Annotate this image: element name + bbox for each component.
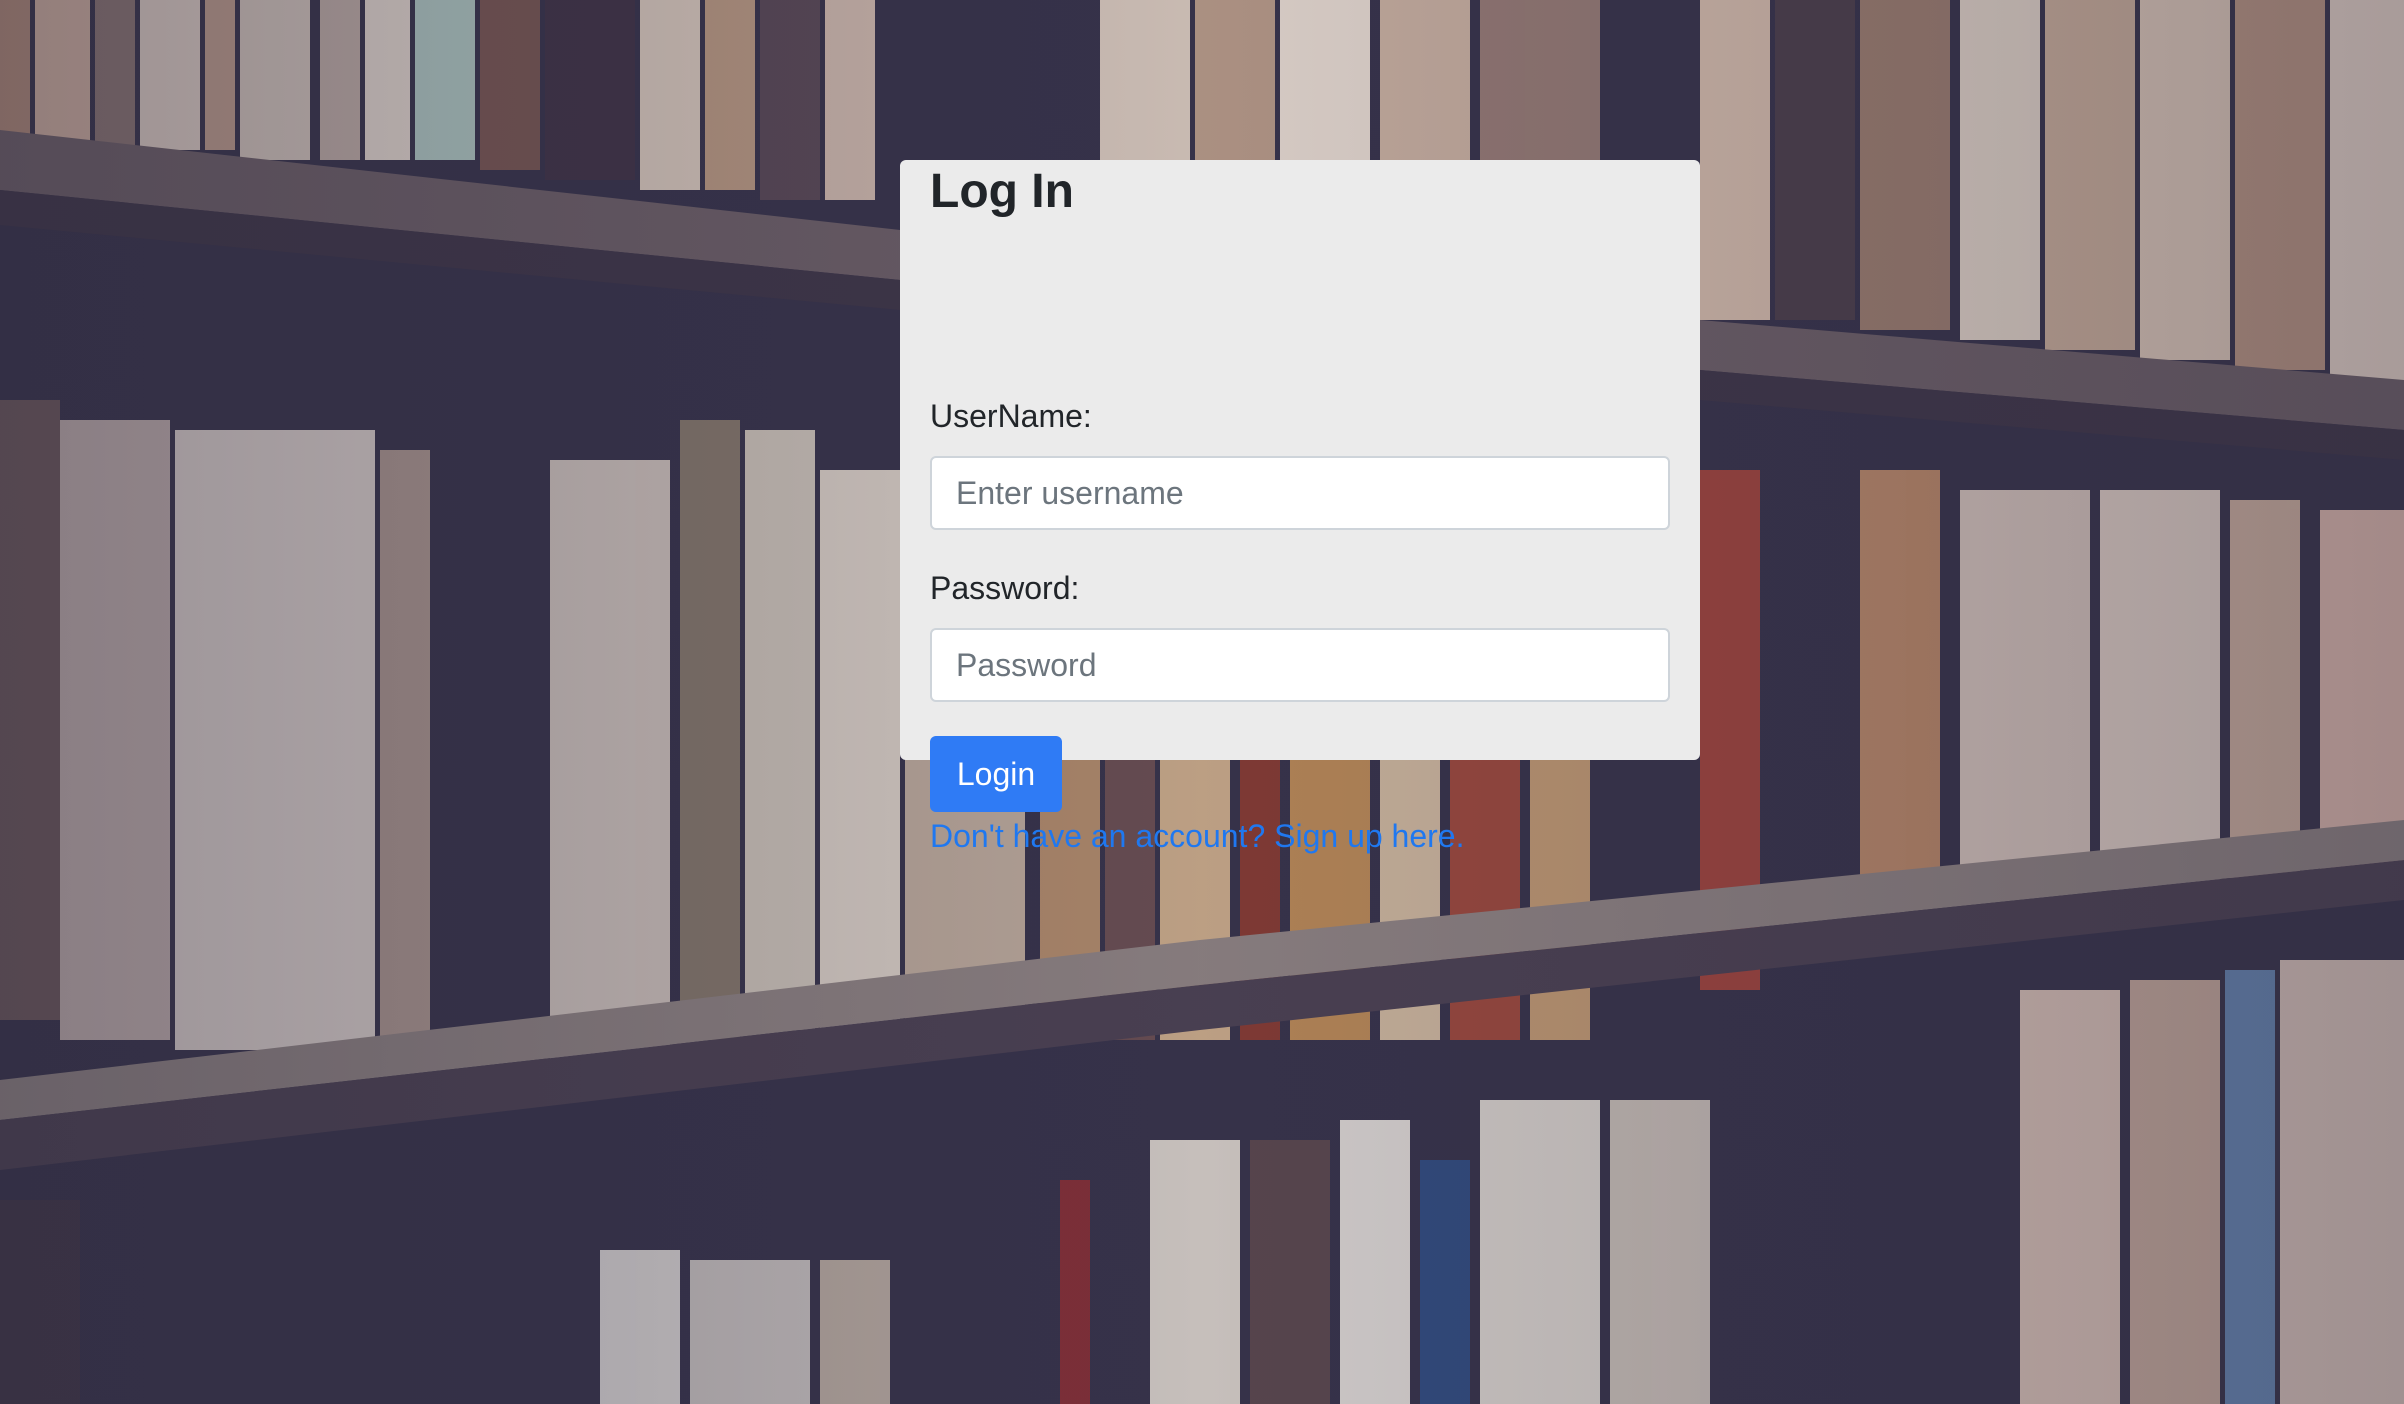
login-page: Log In UserName: Password: Login Don't h… — [0, 0, 2404, 1404]
page-title: Log In — [930, 165, 1074, 218]
username-input[interactable] — [930, 456, 1670, 530]
password-label: Password: — [930, 570, 1080, 606]
username-label: UserName: — [930, 398, 1092, 434]
login-card: Log In UserName: Password: Login Don't h… — [900, 160, 1700, 854]
password-input[interactable] — [930, 628, 1670, 702]
signup-link[interactable]: Don't have an account? Sign up here. — [930, 816, 1464, 856]
login-button[interactable]: Login — [930, 736, 1062, 812]
